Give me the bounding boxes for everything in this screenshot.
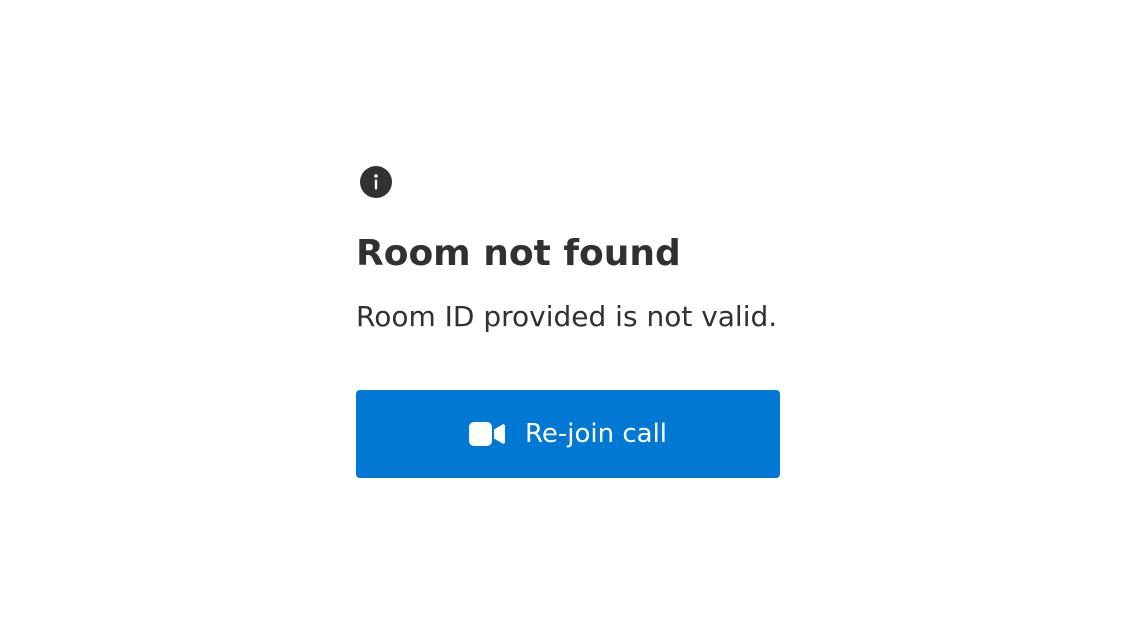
rejoin-call-label: Re-join call: [524, 419, 668, 449]
error-page: Room not found Room ID provided is not v…: [0, 0, 1136, 640]
video-camera-icon: [468, 422, 505, 446]
error-title: Room not found: [356, 233, 681, 274]
info-icon: [360, 166, 392, 198]
rejoin-call-button[interactable]: Re-join call: [356, 390, 780, 478]
error-message: Room ID provided is not valid.: [356, 300, 778, 333]
